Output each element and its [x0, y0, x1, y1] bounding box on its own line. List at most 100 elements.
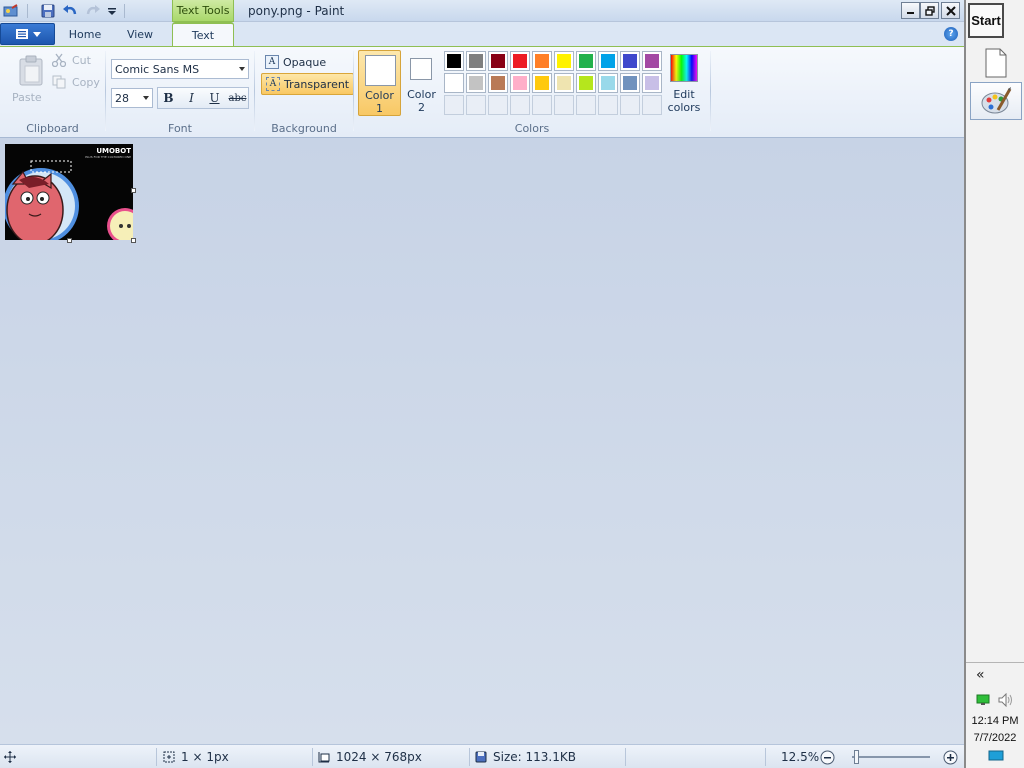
palette-color-swatch[interactable] [576, 51, 596, 71]
undo-icon[interactable] [61, 2, 79, 19]
palette-color-fill [447, 76, 461, 90]
zoom-slider-track[interactable] [852, 756, 930, 758]
start-button[interactable]: Start [968, 3, 1004, 38]
image-canvas[interactable]: UMOBOT PLUS FOR THE CULTURED ONE [5, 144, 133, 240]
color-palette [444, 51, 662, 115]
palette-custom-slot[interactable] [510, 95, 530, 115]
tray-collapse-button[interactable]: « [976, 667, 985, 683]
palette-color-swatch[interactable] [642, 73, 662, 93]
palette-color-swatch[interactable] [532, 73, 552, 93]
palette-color-swatch[interactable] [620, 51, 640, 71]
status-separator [765, 748, 766, 766]
palette-color-swatch[interactable] [510, 51, 530, 71]
palette-color-swatch[interactable] [620, 73, 640, 93]
close-button[interactable] [941, 2, 960, 19]
colors-group-label: Colors [514, 122, 550, 135]
app-menu-icon[interactable] [2, 2, 20, 19]
paste-icon [19, 55, 43, 86]
transparent-option[interactable]: A Transparent [261, 73, 355, 95]
palette-color-swatch[interactable] [444, 73, 464, 93]
file-size: Size: 113.1KB [475, 745, 576, 768]
palette-color-fill [579, 54, 593, 68]
selection-size-value: 1 × 1px [181, 750, 229, 764]
palette-color-swatch[interactable] [532, 51, 552, 71]
copy-label: Copy [72, 75, 100, 89]
pixel-cursor-icon [163, 751, 175, 763]
palette-color-swatch[interactable] [488, 73, 508, 93]
palette-custom-slot[interactable] [532, 95, 552, 115]
text-tools-context-label: Text Tools [172, 0, 234, 22]
palette-color-swatch[interactable] [510, 73, 530, 93]
desktop-icon[interactable] [988, 750, 1004, 765]
palette-color-swatch[interactable] [642, 51, 662, 71]
opaque-option[interactable]: A Opaque [261, 51, 330, 73]
network-icon[interactable] [976, 694, 990, 709]
help-icon[interactable]: ? [944, 27, 958, 41]
taskbar: Start « 12:14 PM 7/7/2022 [964, 0, 1024, 768]
canvas-area[interactable] [0, 138, 964, 744]
zoom-out-icon [820, 750, 835, 764]
palette-custom-slot[interactable] [598, 95, 618, 115]
zoom-in-button[interactable] [943, 745, 958, 768]
bold-button[interactable]: B [158, 88, 179, 108]
resize-handle-bottom[interactable] [67, 238, 72, 243]
palette-custom-slot[interactable] [620, 95, 640, 115]
tab-view[interactable]: View [118, 22, 162, 46]
palette-color-fill [601, 76, 615, 90]
italic-button[interactable]: I [181, 88, 202, 108]
palette-color-swatch[interactable] [554, 73, 574, 93]
color2-button[interactable]: Color 2 [405, 50, 438, 116]
paint-window: Text Tools pony.png - Paint Home View Te… [0, 0, 964, 768]
palette-color-fill [469, 76, 483, 90]
opaque-icon: A [265, 55, 279, 69]
transparent-label: Transparent [284, 77, 350, 91]
tab-text[interactable]: Text [172, 22, 234, 46]
tab-home[interactable]: Home [62, 22, 108, 46]
customize-icon[interactable] [103, 2, 121, 19]
resize-handle-right[interactable] [131, 188, 136, 193]
palette-custom-slot[interactable] [444, 95, 464, 115]
chevron-down-icon [32, 31, 41, 37]
palette-color-fill [491, 54, 505, 68]
font-size-select[interactable]: 28 [111, 88, 153, 108]
save-icon[interactable] [39, 2, 57, 19]
palette-custom-slot[interactable] [554, 95, 574, 115]
palette-custom-slot[interactable] [642, 95, 662, 115]
palette-custom-slot[interactable] [488, 95, 508, 115]
restore-button[interactable] [920, 2, 939, 19]
resize-handle-corner[interactable] [131, 238, 136, 243]
color1-label-line2: 1 [376, 102, 383, 115]
font-group-label: Font [168, 122, 192, 135]
palette-color-swatch[interactable] [576, 73, 596, 93]
move-cursor-icon [4, 745, 16, 768]
minimize-icon [907, 12, 914, 14]
palette-color-swatch[interactable] [444, 51, 464, 71]
palette-color-swatch[interactable] [466, 73, 486, 93]
palette-color-fill [469, 54, 483, 68]
color2-swatch [410, 58, 432, 80]
underline-button[interactable]: U [204, 88, 225, 108]
paint-menu-button[interactable] [0, 23, 55, 45]
transparent-icon: A [266, 77, 280, 91]
palette-color-fill [601, 54, 615, 68]
palette-color-swatch[interactable] [598, 51, 618, 71]
volume-icon[interactable] [998, 692, 1014, 710]
new-document-icon [985, 48, 1007, 78]
palette-color-swatch[interactable] [598, 73, 618, 93]
zoom-slider-thumb[interactable] [854, 750, 859, 764]
zoom-out-button[interactable] [820, 745, 835, 768]
color1-button[interactable]: Color 1 [358, 50, 401, 116]
taskbar-item-paint[interactable] [970, 82, 1022, 120]
edit-colors-button[interactable]: Edit colors [664, 50, 704, 116]
palette-color-swatch[interactable] [554, 51, 574, 71]
palette-color-swatch[interactable] [488, 51, 508, 71]
quick-access-separator [124, 4, 125, 18]
palette-custom-slot[interactable] [576, 95, 596, 115]
font-family-select[interactable]: Comic Sans MS [111, 59, 249, 79]
palette-custom-slot[interactable] [466, 95, 486, 115]
minimize-button[interactable] [901, 2, 920, 19]
strikethrough-button[interactable]: abc [227, 88, 248, 108]
palette-color-swatch[interactable] [466, 51, 486, 71]
paste-button[interactable]: Paste [4, 49, 48, 107]
taskbar-item-new-document[interactable] [970, 44, 1022, 82]
